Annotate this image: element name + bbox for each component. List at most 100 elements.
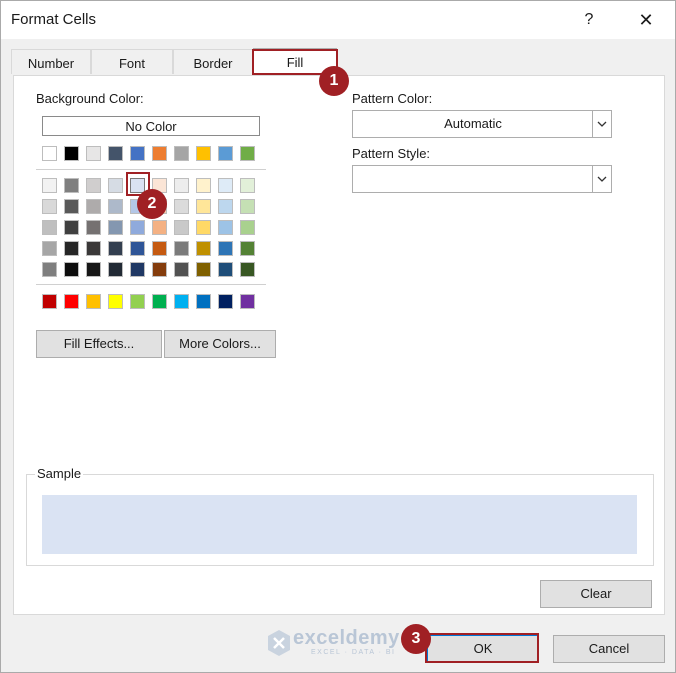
background-color-label: Background Color: <box>36 91 144 106</box>
theme-swatch[interactable] <box>64 146 79 161</box>
tint-swatch[interactable] <box>64 178 79 193</box>
watermark-tagline: EXCEL · DATA · BI <box>311 649 396 656</box>
theme-swatch[interactable] <box>174 146 189 161</box>
theme-swatch[interactable] <box>130 146 145 161</box>
standard-swatch[interactable] <box>64 294 79 309</box>
chevron-down-icon <box>592 111 611 137</box>
pattern-color-dropdown[interactable]: Automatic <box>352 110 612 138</box>
palette-divider <box>36 284 266 285</box>
tint-swatch[interactable] <box>108 199 123 214</box>
tint-swatch[interactable] <box>64 241 79 256</box>
theme-swatch[interactable] <box>86 146 101 161</box>
tint-swatch[interactable] <box>86 241 101 256</box>
standard-swatch[interactable] <box>196 294 211 309</box>
tint-swatch[interactable] <box>42 262 57 277</box>
dialog-title: Format Cells <box>11 11 97 28</box>
tint-swatch[interactable] <box>218 178 233 193</box>
tint-swatch[interactable] <box>108 241 123 256</box>
format-cells-dialog: Format Cells ? ✕ Number Font Border Fill… <box>0 0 676 673</box>
standard-swatch[interactable] <box>152 294 167 309</box>
standard-swatch[interactable] <box>42 294 57 309</box>
tint-swatch[interactable] <box>218 220 233 235</box>
theme-swatch[interactable] <box>152 146 167 161</box>
tint-swatch[interactable] <box>174 199 189 214</box>
sample-label: Sample <box>35 466 84 481</box>
palette-divider <box>36 169 266 170</box>
tint-swatch[interactable] <box>86 220 101 235</box>
tint-swatch[interactable] <box>174 220 189 235</box>
standard-swatch[interactable] <box>240 294 255 309</box>
standard-swatch[interactable] <box>86 294 101 309</box>
tint-swatch[interactable] <box>108 178 123 193</box>
tint-swatch[interactable] <box>240 199 255 214</box>
sample-group: Sample <box>26 466 654 566</box>
close-button[interactable]: ✕ <box>631 7 661 33</box>
tab-font[interactable]: Font <box>91 49 173 74</box>
pattern-color-label: Pattern Color: <box>352 91 433 106</box>
pattern-style-dropdown[interactable] <box>352 165 612 193</box>
tab-number[interactable]: Number <box>11 49 91 74</box>
ok-button-highlight <box>425 633 539 663</box>
tint-swatch[interactable] <box>174 178 189 193</box>
tint-swatch[interactable] <box>86 178 101 193</box>
tint-swatch[interactable] <box>64 199 79 214</box>
tint-swatch[interactable] <box>130 241 145 256</box>
theme-swatch[interactable] <box>196 146 211 161</box>
tint-swatch[interactable] <box>240 241 255 256</box>
title-bar: Format Cells ? ✕ <box>1 1 675 39</box>
tint-swatch[interactable] <box>174 241 189 256</box>
tint-swatch[interactable] <box>108 262 123 277</box>
watermark-name: exceldemy <box>293 627 400 649</box>
fill-panel: Background Color: No Color Fill Effects.… <box>13 75 665 615</box>
standard-swatch[interactable] <box>108 294 123 309</box>
step-badge-3: 3 <box>401 624 431 654</box>
tint-swatch[interactable] <box>152 262 167 277</box>
tint-swatch[interactable] <box>130 220 145 235</box>
no-color-button[interactable]: No Color <box>42 116 260 136</box>
tint-swatch[interactable] <box>218 241 233 256</box>
tint-swatch[interactable] <box>64 262 79 277</box>
theme-swatch[interactable] <box>108 146 123 161</box>
fill-effects-button[interactable]: Fill Effects... <box>36 330 162 358</box>
tint-swatch[interactable] <box>108 220 123 235</box>
tint-swatch[interactable] <box>240 178 255 193</box>
sample-preview <box>42 495 637 554</box>
theme-swatch[interactable] <box>240 146 255 161</box>
tint-swatch[interactable] <box>42 178 57 193</box>
tint-swatch[interactable] <box>196 262 211 277</box>
tint-swatch[interactable] <box>196 220 211 235</box>
theme-swatch[interactable] <box>42 146 57 161</box>
tint-swatch[interactable] <box>152 220 167 235</box>
tint-swatch[interactable] <box>42 199 57 214</box>
tint-swatch[interactable] <box>196 178 211 193</box>
exceldemy-logo-icon <box>268 630 290 656</box>
clear-button[interactable]: Clear <box>540 580 652 608</box>
pattern-style-label: Pattern Style: <box>352 146 431 161</box>
help-button[interactable]: ? <box>577 7 601 33</box>
more-colors-button[interactable]: More Colors... <box>164 330 276 358</box>
chevron-down-icon <box>592 166 611 192</box>
tint-swatch[interactable] <box>86 262 101 277</box>
exceldemy-watermark: exceldemy EXCEL · DATA · BI <box>267 627 417 661</box>
tint-swatch[interactable] <box>42 241 57 256</box>
tint-swatch[interactable] <box>130 262 145 277</box>
tint-swatch[interactable] <box>240 262 255 277</box>
standard-swatch[interactable] <box>130 294 145 309</box>
standard-swatch[interactable] <box>174 294 189 309</box>
tint-swatch[interactable] <box>64 220 79 235</box>
tint-swatch[interactable] <box>86 199 101 214</box>
tint-swatch[interactable] <box>174 262 189 277</box>
tint-swatch[interactable] <box>196 199 211 214</box>
tab-border[interactable]: Border <box>173 49 253 74</box>
tint-swatch[interactable] <box>152 241 167 256</box>
cancel-button[interactable]: Cancel <box>553 635 665 663</box>
pattern-style-value <box>353 166 593 192</box>
tint-swatch[interactable] <box>196 241 211 256</box>
theme-swatch[interactable] <box>218 146 233 161</box>
tint-swatch[interactable] <box>218 199 233 214</box>
tint-swatch[interactable] <box>42 220 57 235</box>
tint-swatch[interactable] <box>218 262 233 277</box>
standard-swatch[interactable] <box>218 294 233 309</box>
pattern-color-value: Automatic <box>444 116 502 131</box>
tint-swatch[interactable] <box>240 220 255 235</box>
